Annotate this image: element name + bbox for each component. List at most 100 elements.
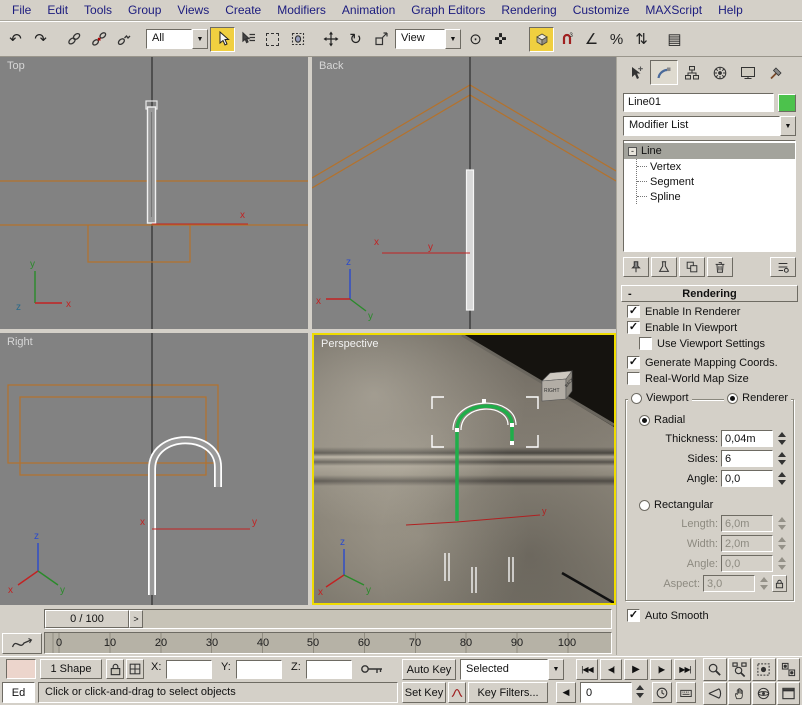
menu-help[interactable]: Help bbox=[710, 1, 751, 19]
show-end-result-button[interactable] bbox=[651, 257, 677, 277]
menu-rendering[interactable]: Rendering bbox=[493, 1, 564, 19]
stack-item-spline[interactable]: Spline bbox=[637, 189, 795, 204]
stack-item-line[interactable]: - Line bbox=[624, 143, 795, 159]
aspect-lock-button[interactable] bbox=[772, 575, 787, 592]
frame-spinner[interactable] bbox=[634, 683, 645, 700]
chevron-down-icon[interactable]: ▼ bbox=[445, 29, 461, 49]
rectangular-selection-region-button[interactable] bbox=[260, 27, 285, 52]
key-mode-toggle-button[interactable]: ◀ bbox=[556, 682, 576, 703]
angle2-field[interactable]: 0,0 bbox=[721, 555, 773, 572]
width-field[interactable]: 2,0m bbox=[721, 535, 773, 552]
edit-named-selections-button[interactable]: ▤ bbox=[662, 27, 687, 52]
thickness-spinner[interactable] bbox=[776, 430, 787, 447]
menu-tools[interactable]: Tools bbox=[76, 1, 120, 19]
use-pivot-point-center-button[interactable]: ⊙ bbox=[463, 27, 488, 52]
play-animation-button[interactable]: ▶ bbox=[624, 659, 648, 680]
sides-spinner[interactable] bbox=[776, 450, 787, 467]
set-key-mode-key-icon[interactable] bbox=[358, 659, 386, 679]
auto-key-button[interactable]: Auto Key bbox=[402, 659, 456, 680]
make-unique-button[interactable] bbox=[679, 257, 705, 277]
select-and-scale-button[interactable] bbox=[368, 27, 393, 52]
tab-hierarchy[interactable] bbox=[678, 60, 706, 85]
selection-lock-toggle-button[interactable] bbox=[106, 659, 124, 679]
default-key-tangents-button[interactable] bbox=[448, 682, 466, 703]
checkbox-enable-in-renderer[interactable]: ✓ Enable In Renderer bbox=[627, 305, 802, 318]
zoom-extents-button[interactable] bbox=[752, 658, 776, 681]
select-and-manipulate-button[interactable]: ✜ bbox=[488, 27, 513, 52]
window-crossing-toggle-button[interactable] bbox=[285, 27, 310, 52]
viewport-back-label[interactable]: Back bbox=[319, 60, 343, 72]
object-name-field[interactable]: Line01 bbox=[623, 93, 774, 112]
undo-button[interactable]: ↶ bbox=[3, 27, 28, 52]
select-object-button[interactable] bbox=[210, 27, 235, 52]
time-slider-handle[interactable]: 0 / 100 bbox=[45, 610, 129, 628]
absolute-offset-mode-button[interactable] bbox=[126, 659, 144, 679]
percent-snap-toggle-button[interactable]: % bbox=[604, 27, 629, 52]
x-coordinate-field[interactable] bbox=[166, 660, 212, 679]
key-filters-button[interactable]: Key Filters... bbox=[468, 682, 548, 703]
mini-listener-macro-line[interactable] bbox=[6, 659, 36, 679]
z-coordinate-field[interactable] bbox=[306, 660, 352, 679]
go-to-end-button[interactable]: ▶▶| bbox=[674, 659, 696, 680]
zoom-button[interactable] bbox=[703, 658, 727, 681]
y-coordinate-field[interactable] bbox=[236, 660, 282, 679]
viewport-top[interactable]: Top x y x z bbox=[0, 57, 308, 329]
menu-maxscript[interactable]: MAXScript bbox=[637, 1, 710, 19]
sides-field[interactable]: 6 bbox=[721, 450, 773, 467]
menu-file[interactable]: File bbox=[4, 1, 39, 19]
tab-create[interactable] bbox=[622, 60, 650, 85]
pin-stack-button[interactable] bbox=[623, 257, 649, 277]
tab-utilities[interactable] bbox=[762, 60, 790, 85]
zoom-extents-all-button[interactable] bbox=[777, 658, 801, 681]
menu-views[interactable]: Views bbox=[169, 1, 217, 19]
snaps-toggle-button[interactable] bbox=[529, 27, 554, 52]
aspect-spinner[interactable] bbox=[758, 575, 769, 592]
select-and-link-icon[interactable] bbox=[61, 27, 86, 52]
checkbox-generate-mapping-coords[interactable]: ✓ Generate Mapping Coords. bbox=[627, 356, 802, 369]
thickness-field[interactable]: 0,04m bbox=[721, 430, 773, 447]
stack-item-segment[interactable]: Segment bbox=[637, 174, 795, 189]
key-selection-set-dropdown[interactable]: Selected ▼ bbox=[460, 659, 564, 680]
angle-spinner[interactable] bbox=[776, 470, 787, 487]
tab-motion[interactable] bbox=[706, 60, 734, 85]
remove-modifier-button[interactable] bbox=[707, 257, 733, 277]
checkbox-auto-smooth[interactable]: ✓ Auto Smooth bbox=[627, 609, 802, 622]
menu-graph-editors[interactable]: Graph Editors bbox=[403, 1, 493, 19]
viewport-top-label[interactable]: Top bbox=[7, 60, 25, 72]
spinner-snap-toggle-button[interactable]: ⇅ bbox=[629, 27, 654, 52]
reference-coordinate-system-dropdown[interactable]: View ▼ bbox=[395, 29, 461, 49]
menu-animation[interactable]: Animation bbox=[334, 1, 403, 19]
checkbox-real-world-map-size[interactable]: Real-World Map Size bbox=[627, 372, 802, 385]
next-frame-nudge-button[interactable]: > bbox=[129, 610, 143, 628]
zoom-all-button[interactable] bbox=[728, 658, 752, 681]
redo-button[interactable]: ↷ bbox=[28, 27, 53, 52]
selection-filter-dropdown[interactable]: All ▼ bbox=[146, 29, 208, 49]
time-configuration-button[interactable] bbox=[652, 682, 672, 703]
tab-modify[interactable] bbox=[650, 60, 678, 85]
select-and-rotate-button[interactable]: ↻ bbox=[343, 27, 368, 52]
viewport-right-label[interactable]: Right bbox=[7, 336, 33, 348]
next-frame-button[interactable]: |▶ bbox=[650, 659, 672, 680]
previous-frame-button[interactable]: ◀| bbox=[600, 659, 622, 680]
radio-rectangular[interactable]: Rectangular bbox=[636, 499, 789, 511]
tab-display[interactable] bbox=[734, 60, 762, 85]
checkbox-use-viewport-settings[interactable]: Use Viewport Settings bbox=[639, 337, 802, 350]
viewport-back[interactable]: Back x y z x y bbox=[312, 57, 616, 329]
timeline-ruler[interactable]: 0 10 20 30 40 50 60 70 80 90 100 bbox=[44, 632, 612, 654]
unlink-selection-icon[interactable] bbox=[86, 27, 111, 52]
length-spinner[interactable] bbox=[776, 515, 787, 532]
select-and-move-button[interactable] bbox=[318, 27, 343, 52]
keyboard-shortcut-override-button[interactable] bbox=[676, 682, 696, 703]
rendering-rollout-header[interactable]: - Rendering bbox=[621, 285, 798, 302]
current-frame-field[interactable]: 0 bbox=[580, 682, 632, 703]
bind-to-spacewarp-icon[interactable] bbox=[111, 27, 136, 52]
width-spinner[interactable] bbox=[776, 535, 787, 552]
chevron-down-icon[interactable]: ▼ bbox=[780, 116, 796, 136]
set-key-button[interactable]: Set Key bbox=[402, 682, 446, 703]
go-to-start-button[interactable]: |◀◀ bbox=[576, 659, 598, 680]
collapse-tree-icon[interactable]: - bbox=[628, 147, 637, 156]
menu-group[interactable]: Group bbox=[120, 1, 169, 19]
stack-item-vertex[interactable]: Vertex bbox=[637, 159, 795, 174]
open-mini-curve-editor-button[interactable] bbox=[2, 633, 42, 654]
time-slider-track[interactable]: 0 / 100 > bbox=[44, 609, 612, 629]
